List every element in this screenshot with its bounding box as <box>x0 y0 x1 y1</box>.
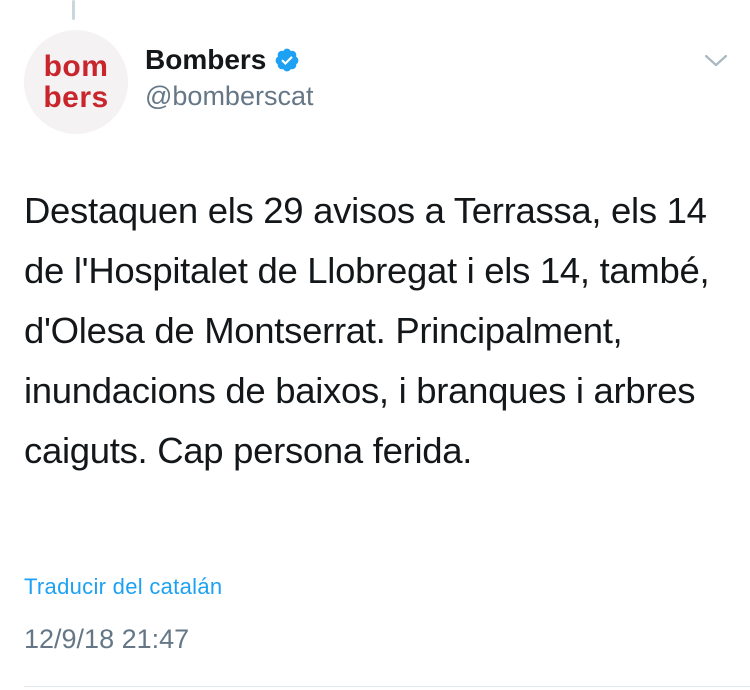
tweet-timestamp[interactable]: 12/9/18 21:47 <box>24 624 189 655</box>
translate-tweet-link[interactable]: Traducir del catalán <box>24 574 222 600</box>
thread-connector-line <box>72 0 75 20</box>
avatar-text-line1: bom <box>43 50 109 83</box>
display-name[interactable]: Bombers <box>145 44 266 76</box>
avatar[interactable]: bom bers <box>24 30 128 134</box>
avatar-text-line2: bers <box>43 81 109 114</box>
verified-badge-icon <box>274 47 300 73</box>
author-name-row: Bombers <box>145 44 300 76</box>
chevron-down-icon[interactable] <box>704 52 728 70</box>
user-handle[interactable]: @bomberscat <box>145 81 313 112</box>
tweet-body-text: Destaquen els 29 avisos a Terrassa, els … <box>24 190 710 471</box>
divider <box>24 686 750 687</box>
